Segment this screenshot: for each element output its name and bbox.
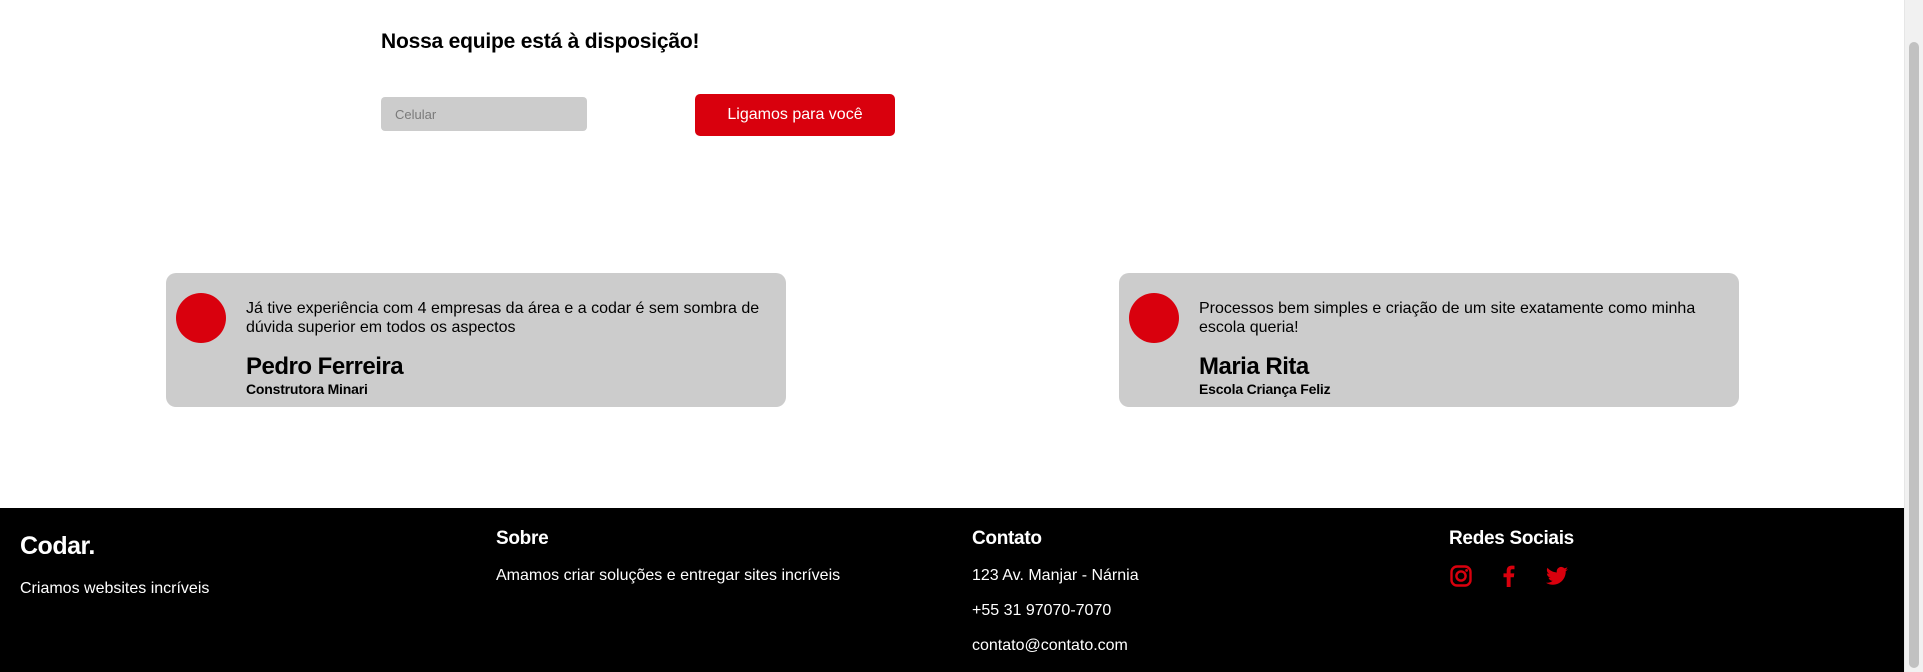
scrollbar-thumb[interactable]	[1909, 42, 1919, 668]
testimonial-name: Pedro Ferreira	[246, 353, 404, 380]
footer-about-heading: Sobre	[496, 528, 549, 549]
testimonial-name: Maria Rita	[1199, 353, 1309, 380]
phone-input[interactable]	[381, 97, 587, 131]
callback-button[interactable]: Ligamos para você	[695, 94, 895, 136]
footer-social-heading: Redes Sociais	[1449, 528, 1574, 549]
footer-contact-heading: Contato	[972, 528, 1042, 549]
testimonial-company: Escola Criança Feliz	[1199, 381, 1331, 397]
vertical-scrollbar[interactable]	[1904, 0, 1923, 672]
footer: Codar. Criamos websites incríveis Sobre …	[0, 508, 1904, 672]
callback-title: Nossa equipe está à disposição!	[381, 30, 700, 53]
facebook-icon[interactable]	[1497, 564, 1521, 588]
twitter-icon[interactable]	[1545, 564, 1569, 588]
footer-about-text: Amamos criar soluções e entregar sites i…	[496, 567, 841, 584]
testimonial-card: Já tive experiência com 4 empresas da ár…	[166, 273, 786, 407]
footer-brand: Codar.	[20, 532, 95, 560]
footer-contact-phone: +55 31 97070-7070	[972, 602, 1112, 619]
testimonial-quote: Já tive experiência com 4 empresas da ár…	[246, 300, 760, 336]
footer-contact-email: contato@contato.com	[972, 637, 1128, 654]
avatar	[1129, 293, 1179, 343]
testimonial-card: Processos bem simples e criação de um si…	[1119, 273, 1739, 407]
footer-tagline: Criamos websites incríveis	[20, 580, 210, 597]
social-icons	[1449, 564, 1569, 588]
footer-contact-address: 123 Av. Manjar - Nárnia	[972, 567, 1139, 584]
page: Nossa equipe está à disposição! Ligamos …	[0, 0, 1904, 672]
avatar	[176, 293, 226, 343]
testimonial-company: Construtora Minari	[246, 381, 368, 397]
testimonial-quote: Processos bem simples e criação de um si…	[1199, 300, 1696, 336]
instagram-icon[interactable]	[1449, 564, 1473, 588]
